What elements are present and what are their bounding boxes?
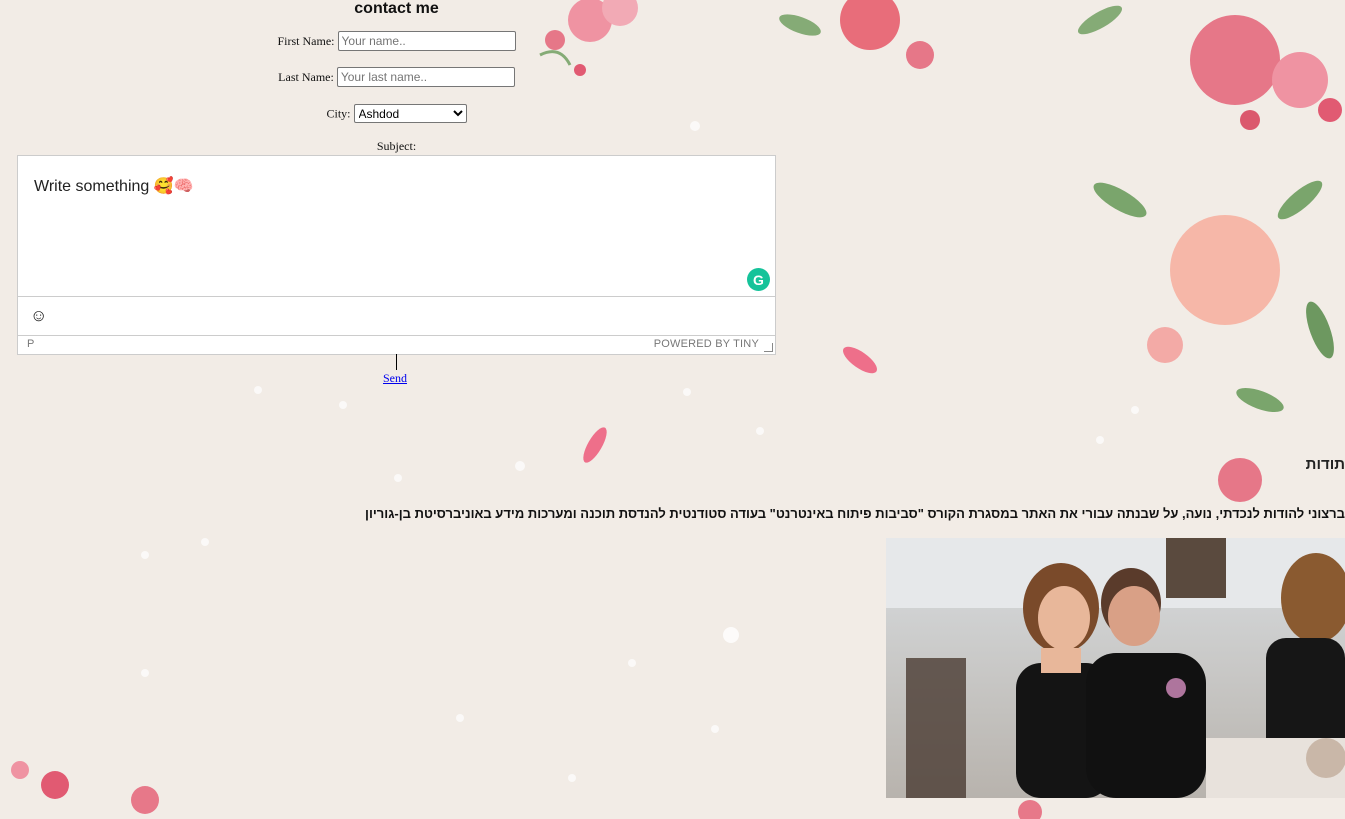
acknowledgements-heading: תודות: [1305, 456, 1345, 473]
first-name-row: First Name:: [17, 31, 776, 51]
contact-form: contact me First Name: Last Name: City: …: [17, 0, 776, 385]
last-name-input[interactable]: [336, 67, 515, 87]
city-row: City: Ashdod: [17, 104, 776, 123]
send-divider: [396, 354, 397, 370]
first-name-input[interactable]: [337, 31, 516, 51]
editor-content-area[interactable]: Write something 🥰🧠 G: [18, 156, 775, 297]
emoji-icon[interactable]: ☺: [30, 307, 47, 325]
form-title: contact me: [354, 0, 439, 17]
last-name-label: Last Name:: [278, 70, 334, 84]
editor-toolbar: ☺: [18, 297, 775, 336]
acknowledgements-text: ברצוני להודות לנכדתי, נועה, על שבנתה עבו…: [365, 506, 1345, 521]
send-link[interactable]: Send: [383, 371, 407, 386]
editor-content: Write something 🥰🧠: [34, 178, 194, 195]
rose-cluster-top-right: [779, 0, 1342, 502]
family-photo: [886, 538, 1345, 798]
city-select[interactable]: Ashdod: [353, 104, 467, 123]
element-path[interactable]: P: [27, 338, 34, 350]
city-label: City:: [326, 106, 351, 121]
last-name-row: Last Name:: [17, 67, 776, 87]
subject-label: Subject:: [376, 139, 417, 153]
powered-by-link[interactable]: POWERED BY TINY: [654, 338, 759, 350]
editor-statusbar: P POWERED BY TINY: [18, 336, 775, 353]
grammarly-icon[interactable]: G: [747, 268, 770, 291]
resize-handle-icon[interactable]: [764, 343, 773, 352]
rich-text-editor: Write something 🥰🧠 G ☺ P POWERED BY TINY: [17, 155, 776, 355]
first-name-label: First Name:: [277, 34, 335, 48]
